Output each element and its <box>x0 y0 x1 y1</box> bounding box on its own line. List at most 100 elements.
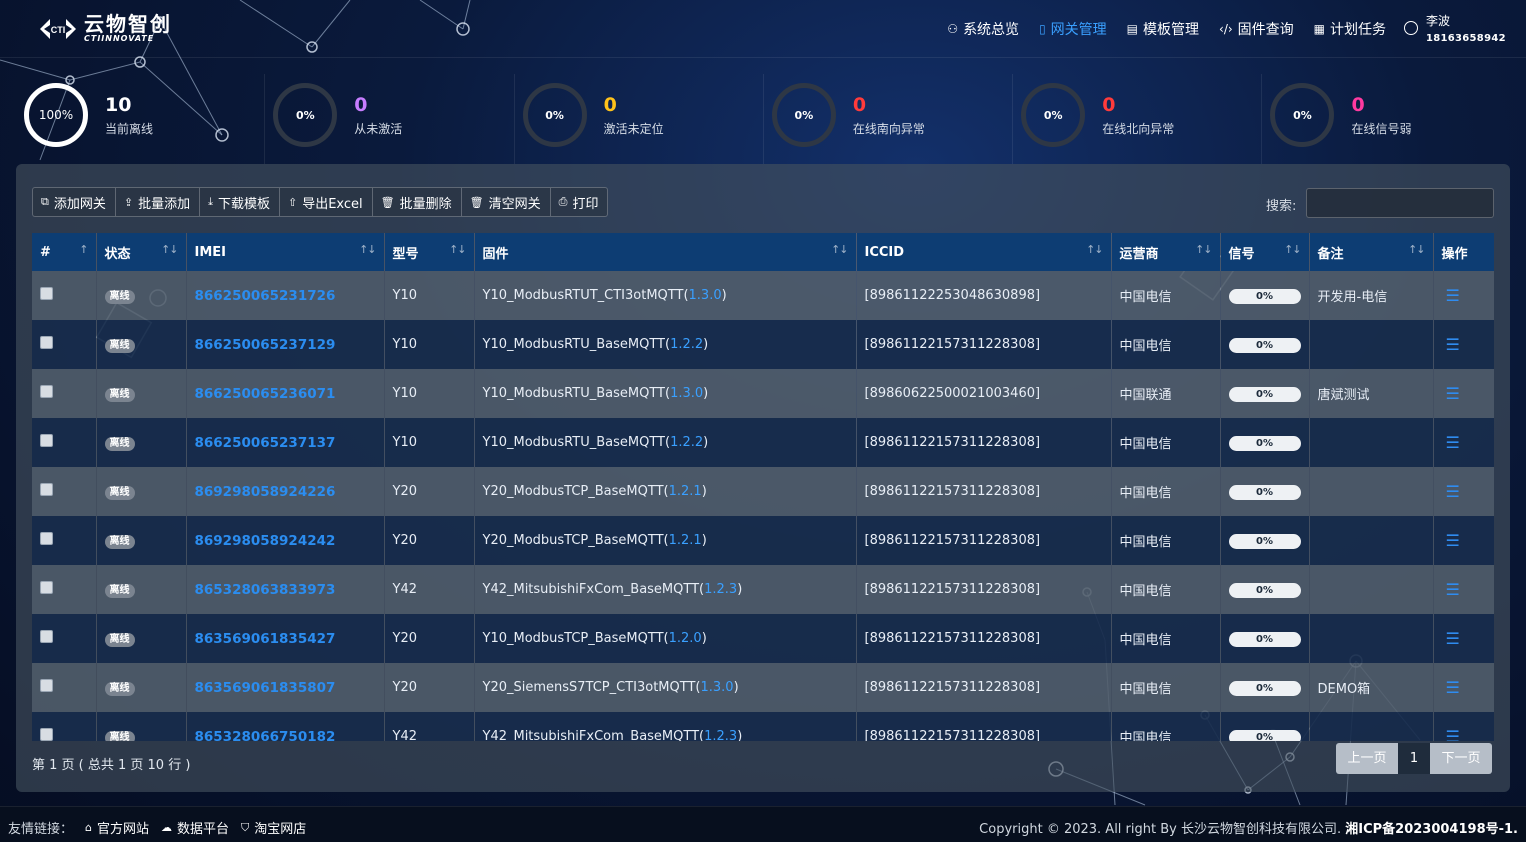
nav-item-firmware[interactable]: ‹/› 固件查询 <box>1219 19 1294 39</box>
pagination: 上一页 1 下一页 <box>1336 743 1492 774</box>
button-label: 批量删除 <box>399 196 452 212</box>
sort-icon[interactable]: ↑↓ <box>831 243 848 256</box>
row-checkbox[interactable] <box>40 336 53 349</box>
iccid-cell: [89861122157311228308] <box>856 712 1112 741</box>
row-checkbox[interactable] <box>40 630 53 643</box>
list-menu-icon[interactable]: ☰ <box>1446 678 1460 697</box>
sort-icon[interactable]: ↑↓ <box>1284 243 1301 256</box>
row-checkbox[interactable] <box>40 581 53 594</box>
nav-item-schedule[interactable]: ▦ 计划任务 <box>1314 19 1386 39</box>
iccid-cell: [89860622500021003460] <box>856 369 1112 418</box>
row-checkbox[interactable] <box>40 728 53 741</box>
copy-icon: ⧉ <box>41 195 49 208</box>
action-cell: ☰ <box>1433 271 1494 320</box>
list-menu-icon[interactable]: ☰ <box>1446 433 1460 452</box>
model-cell: Y42 <box>384 712 475 741</box>
icp-number[interactable]: 湘ICP备2023004198号-1. <box>1345 822 1518 837</box>
column-header[interactable]: 运营商 ↑↓ <box>1111 233 1221 271</box>
column-header[interactable]: 信号 ↑↓ <box>1220 233 1310 271</box>
column-header: 操作 <box>1441 246 1468 262</box>
button-label: 添加网关 <box>53 196 106 212</box>
signal-cell: 0% <box>1220 320 1310 369</box>
stat-south-abnormal[interactable]: 0% 0 在线南向异常 <box>764 74 1014 164</box>
imei-link[interactable]: 865328066750182 <box>195 729 336 742</box>
imei-link[interactable]: 869298058924242 <box>195 533 336 549</box>
stat-north-abnormal[interactable]: 0% 0 在线北向异常 <box>1013 74 1263 164</box>
nav-item-gateway[interactable]: ▯ 网关管理 <box>1039 19 1107 39</box>
row-checkbox[interactable] <box>40 532 53 545</box>
imei-link[interactable]: 863569061835427 <box>195 631 336 647</box>
download-template-button[interactable]: ⤓ 下载模板 <box>200 188 280 216</box>
row-checkbox[interactable] <box>40 434 53 447</box>
column-header[interactable]: 型号 ↑↓ <box>384 233 475 271</box>
nav-item-overview[interactable]: ⚇ 系统总览 <box>947 19 1019 39</box>
column-header[interactable]: IMEI ↑↓ <box>186 233 385 271</box>
row-checkbox[interactable] <box>40 483 53 496</box>
sort-icon[interactable]: ↑↓ <box>1195 243 1212 256</box>
carrier-cell: 中国电信 <box>1111 712 1221 741</box>
sort-icon[interactable]: ↑↓ <box>449 243 466 256</box>
search-input[interactable] <box>1306 188 1494 218</box>
sort-icon[interactable]: ↑↓ <box>161 243 178 256</box>
status-badge: 离线 <box>104 338 135 353</box>
trash-icon: 🗑 <box>469 195 484 209</box>
print-button[interactable]: ⎙ 打印 <box>551 188 608 216</box>
stat-activated-unlocated[interactable]: 0% 0 激活未定位 <box>515 74 764 164</box>
imei-link[interactable]: 866250065231726 <box>195 288 336 304</box>
export-excel-button[interactable]: ⇧ 导出Excel <box>280 188 373 216</box>
list-menu-icon[interactable]: ☰ <box>1446 482 1460 501</box>
list-menu-icon[interactable]: ☰ <box>1446 286 1460 305</box>
row-checkbox[interactable] <box>40 679 53 692</box>
sort-icon[interactable]: ↑ <box>79 243 88 256</box>
column-header[interactable]: 固件 ↑↓ <box>474 233 857 271</box>
note-cell <box>1309 712 1434 741</box>
nav-label: 网关管理 <box>1050 22 1107 38</box>
page-number-button[interactable]: 1 <box>1398 743 1430 774</box>
stat-never-activated[interactable]: 0% 0 从未激活 <box>265 74 515 164</box>
imei-link[interactable]: 866250065237129 <box>195 337 336 353</box>
list-menu-icon[interactable]: ☰ <box>1446 531 1460 550</box>
stat-label: 在线北向异常 <box>1102 122 1175 136</box>
stat-weak-signal[interactable]: 0% 0 在线信号弱 <box>1262 74 1511 164</box>
select-cell <box>32 565 97 614</box>
user-menu[interactable]: 李波 18163658942 <box>1404 12 1506 44</box>
status-badge: 离线 <box>104 534 135 549</box>
column-header[interactable]: 状态 ↑↓ <box>96 233 187 271</box>
status-badge: 离线 <box>104 436 135 451</box>
button-label: 下载模板 <box>217 196 270 212</box>
batch-add-button[interactable]: ⇪ 批量添加 <box>116 188 201 216</box>
column-header[interactable]: # ↑ <box>32 233 97 271</box>
imei-link[interactable]: 866250065237137 <box>195 435 336 451</box>
sort-icon[interactable]: ↑↓ <box>1408 243 1425 256</box>
batch-delete-button[interactable]: 🗑 批量删除 <box>373 188 462 216</box>
next-page-button[interactable]: 下一页 <box>1430 743 1492 774</box>
row-checkbox[interactable] <box>40 385 53 398</box>
taobao-shop-link[interactable]: ⛉ 淘宝网店 <box>241 818 306 838</box>
imei-link[interactable]: 863569061835807 <box>195 680 336 696</box>
list-menu-icon[interactable]: ☰ <box>1446 580 1460 599</box>
column-header[interactable]: ICCID ↑↓ <box>856 233 1112 271</box>
data-platform-link[interactable]: ☁ 数据平台 <box>161 818 229 837</box>
list-menu-icon[interactable]: ☰ <box>1446 629 1460 648</box>
stat-offline[interactable]: 100% 10 当前离线 <box>16 74 266 164</box>
list-menu-icon[interactable]: ☰ <box>1446 384 1460 403</box>
list-menu-icon[interactable]: ☰ <box>1446 335 1460 354</box>
prev-page-button[interactable]: 上一页 <box>1336 743 1398 774</box>
list-menu-icon[interactable]: ☰ <box>1446 727 1460 741</box>
column-header[interactable]: 备注 ↑↓ <box>1309 233 1434 271</box>
official-site-link[interactable]: ⌂ 官方网站 <box>85 818 149 837</box>
imei-link[interactable]: 865328063833973 <box>195 582 336 598</box>
imei-link[interactable]: 866250065236071 <box>195 386 336 402</box>
logo[interactable]: CTI 云物智创 CTIINNOVATE <box>38 14 172 43</box>
firmware-version: 1.3.0 <box>670 386 704 401</box>
imei-link[interactable]: 869298058924226 <box>195 484 336 500</box>
row-checkbox[interactable] <box>40 287 53 300</box>
nav-item-template[interactable]: ▤ 模板管理 <box>1127 19 1199 39</box>
firmware-version: 1.3.0 <box>700 680 734 695</box>
add-gateway-button[interactable]: ⧉ 添加网关 <box>33 188 116 216</box>
sort-icon[interactable]: ↑↓ <box>1086 243 1103 256</box>
export-icon: ⇧ <box>288 195 298 209</box>
clear-gateways-button[interactable]: 🗑 清空网关 <box>462 188 551 216</box>
sort-icon[interactable]: ↑↓ <box>359 243 376 256</box>
carrier-cell: 中国电信 <box>1111 320 1221 369</box>
